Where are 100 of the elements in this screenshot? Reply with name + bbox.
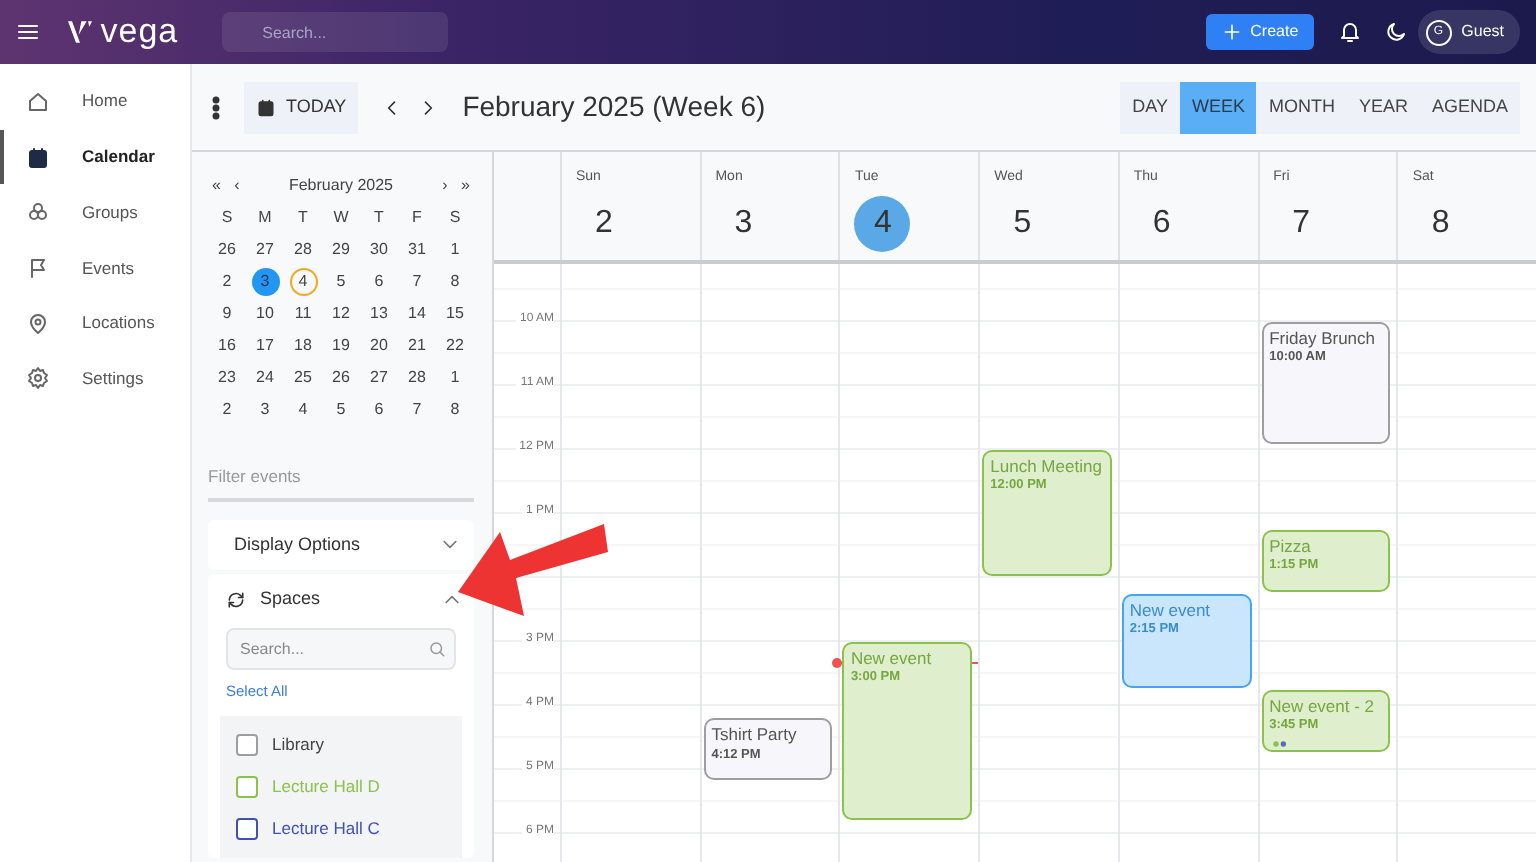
- calendar-day[interactable]: 4: [289, 268, 317, 296]
- calendar-day[interactable]: 15: [441, 300, 469, 328]
- checkbox[interactable]: [236, 733, 258, 755]
- first-month-button[interactable]: «: [212, 174, 221, 198]
- calendar-day[interactable]: 1: [441, 364, 469, 392]
- calendar-icon: [256, 97, 276, 117]
- filter-field[interactable]: Filter events: [208, 452, 474, 502]
- sidebar-item[interactable]: Home: [0, 74, 190, 130]
- display-options-toggle[interactable]: Display Options: [208, 519, 474, 570]
- calendar-day[interactable]: 25: [289, 364, 317, 392]
- calendar-day[interactable]: 21: [403, 332, 431, 360]
- checkbox[interactable]: [236, 775, 258, 797]
- event-title: New event - 2: [1269, 696, 1377, 717]
- calendar-day[interactable]: 28: [289, 236, 317, 264]
- calendar-day[interactable]: 8: [441, 396, 469, 424]
- month-title: February 2025: [288, 174, 393, 198]
- calendar-day[interactable]: 6: [365, 396, 393, 424]
- calendar-day[interactable]: 1: [441, 236, 469, 264]
- day-number[interactable]: 2: [576, 195, 632, 251]
- spaces-toggle[interactable]: Spaces: [226, 585, 456, 613]
- calendar-day[interactable]: 8: [441, 268, 469, 296]
- calendar-day[interactable]: 2: [213, 268, 241, 296]
- calendar-day[interactable]: 12: [327, 300, 355, 328]
- calendar-day[interactable]: 28: [403, 364, 431, 392]
- day-number[interactable]: 8: [1412, 195, 1469, 251]
- day-number[interactable]: 6: [1133, 195, 1190, 251]
- calendar-day[interactable]: 26: [213, 236, 241, 264]
- bell-icon[interactable]: [1338, 20, 1363, 44]
- calendar-day[interactable]: 19: [327, 332, 355, 360]
- event-title: New event: [1129, 600, 1213, 621]
- weekday-label: T: [296, 206, 310, 230]
- calendar-day[interactable]: 17: [251, 332, 279, 360]
- search-field[interactable]: Search...: [226, 628, 456, 671]
- calendar-day[interactable]: 26: [327, 364, 355, 392]
- view-tab[interactable]: WEEK: [1179, 81, 1257, 133]
- day-number[interactable]: 3: [715, 195, 772, 251]
- calendar-day[interactable]: 3: [251, 268, 279, 296]
- calendar-day[interactable]: 14: [403, 300, 431, 328]
- search-icon: [428, 640, 446, 659]
- plus-icon: [1222, 22, 1243, 42]
- event-title: Lunch Meeting: [990, 456, 1104, 477]
- logo-icon: [64, 16, 96, 48]
- weekday-label: M: [256, 206, 274, 230]
- calendar-day[interactable]: 27: [251, 236, 279, 264]
- weekday-label: S: [447, 206, 463, 230]
- space-label: Library: [272, 731, 324, 757]
- weekday-label: F: [410, 206, 424, 230]
- calendar-day[interactable]: 6: [365, 268, 393, 296]
- calendar-day[interactable]: 7: [403, 268, 431, 296]
- calendar-day[interactable]: 5: [327, 268, 355, 296]
- calendar-day[interactable]: 23: [213, 364, 241, 392]
- space-label: Lecture Hall C: [272, 815, 380, 841]
- weekday-label: W: [331, 206, 351, 230]
- event-title: Pizza: [1269, 536, 1313, 557]
- calendar-day[interactable]: 30: [365, 236, 393, 264]
- calendar-day[interactable]: 4: [289, 396, 317, 424]
- calendar-day[interactable]: 10: [251, 300, 279, 328]
- calendar-title: February 2025 (Week 6): [462, 88, 766, 126]
- next-month-button[interactable]: ›: [442, 174, 448, 198]
- day-number[interactable]: 4: [854, 195, 911, 251]
- weekday-label: S: [219, 206, 235, 230]
- view-tab[interactable]: YEAR: [1346, 81, 1420, 133]
- calendar-day[interactable]: 27: [365, 364, 393, 392]
- view-tab[interactable]: AGENDA: [1419, 81, 1520, 133]
- day-number[interactable]: 7: [1273, 195, 1330, 251]
- calendar-day[interactable]: 20: [365, 332, 393, 360]
- moon-icon[interactable]: [1384, 20, 1409, 44]
- brand-name: vega: [100, 10, 179, 55]
- create-button[interactable]: Create: [1206, 14, 1315, 50]
- menu-icon[interactable]: [16, 20, 40, 44]
- calendar-day[interactable]: 5: [327, 396, 355, 424]
- calendar-day[interactable]: 9: [213, 300, 241, 328]
- calendar-day[interactable]: 2: [213, 396, 241, 424]
- checkbox[interactable]: [236, 817, 258, 839]
- calendar-day[interactable]: 22: [441, 332, 469, 360]
- sidebar-item[interactable]: Groups: [0, 184, 190, 241]
- sidebar-item[interactable]: Events: [0, 240, 190, 296]
- more-icon[interactable]: [212, 95, 220, 119]
- calendar-day[interactable]: 11: [289, 300, 317, 328]
- view-tab[interactable]: DAY: [1120, 81, 1180, 133]
- settings-icon: [26, 366, 50, 391]
- sidebar-item[interactable]: Settings: [0, 350, 190, 407]
- today-button[interactable]: TODAY: [244, 81, 359, 133]
- view-tab[interactable]: MONTH: [1256, 81, 1347, 133]
- event-title: Friday Brunch: [1269, 328, 1378, 349]
- calendar-day[interactable]: 31: [403, 236, 431, 264]
- sidebar-item[interactable]: Locations: [0, 295, 190, 351]
- calendar-day[interactable]: 16: [213, 332, 241, 360]
- calendar-day[interactable]: 13: [365, 300, 393, 328]
- weekday-label: T: [372, 206, 386, 230]
- calendar-day[interactable]: 29: [327, 236, 355, 264]
- groups-icon: [26, 200, 50, 225]
- calendar-day[interactable]: 18: [289, 332, 317, 360]
- day-number[interactable]: 5: [994, 195, 1051, 251]
- calendar-day[interactable]: 24: [251, 364, 279, 392]
- calendar-day[interactable]: 3: [251, 396, 279, 424]
- prev-month-button[interactable]: ‹: [234, 174, 240, 198]
- last-month-button[interactable]: »: [461, 174, 470, 198]
- calendar-day[interactable]: 7: [403, 396, 431, 424]
- location-pin-icon: [26, 311, 50, 336]
